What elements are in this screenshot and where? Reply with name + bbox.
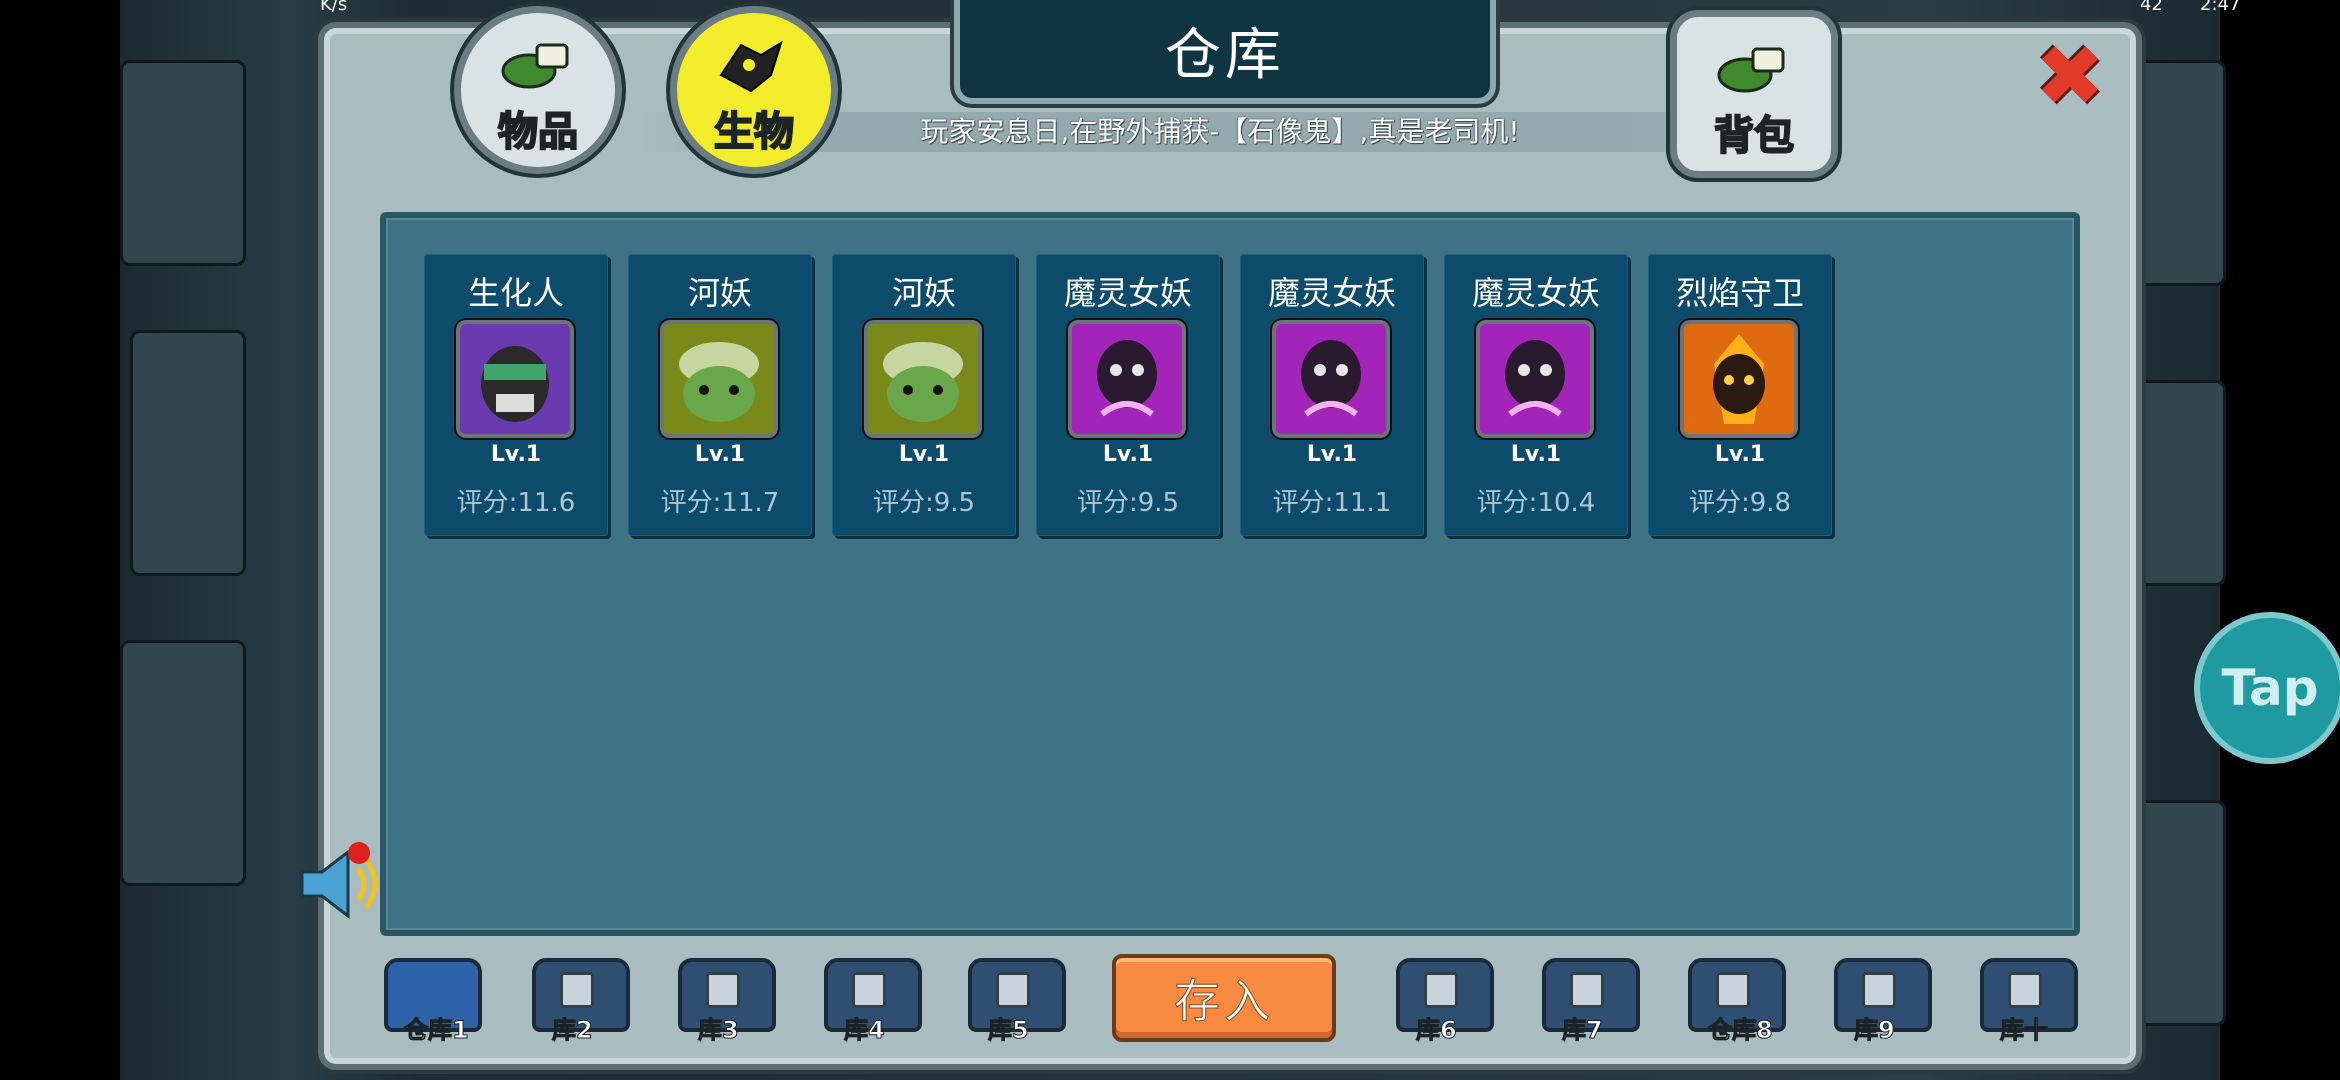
battery-level: 42 — [2140, 0, 2163, 15]
creatures-tab-button[interactable]: 生物 — [670, 6, 838, 174]
items-icon — [501, 43, 569, 89]
warehouse-tab-7[interactable]: 库7 — [1532, 944, 1642, 1045]
creature-score: 评分:11.7 — [660, 488, 780, 518]
creature-name: 生化人 — [467, 274, 564, 312]
warehouse-tab-8[interactable]: 仓库8 — [1678, 944, 1788, 1045]
warehouse-tab-9[interactable]: 库9 — [1824, 944, 1934, 1045]
creature-card[interactable]: 魔灵女妖 Lv.1 评分:9.5 — [1036, 254, 1220, 536]
creature-card[interactable]: 魔灵女妖 Lv.1 评分:11.1 — [1240, 254, 1424, 536]
creature-portrait-banshee-icon — [1068, 320, 1186, 438]
warehouse-tab-label: 库4 — [844, 1016, 886, 1045]
creature-score: 评分:11.6 — [456, 488, 576, 518]
lock-icon — [1862, 972, 1896, 1008]
creature-level: Lv.1 — [1306, 442, 1358, 467]
warehouse-tab-label: 库2 — [552, 1016, 594, 1045]
close-button[interactable]: ✖ — [2032, 34, 2108, 118]
creature-level: Lv.1 — [898, 442, 950, 467]
warehouse-tab-5[interactable]: 库5 — [958, 944, 1068, 1045]
creature-portrait-turtle-icon — [864, 320, 982, 438]
creature-score: 评分:9.8 — [1688, 488, 1792, 518]
lock-icon — [1570, 972, 1604, 1008]
lock-icon — [996, 972, 1030, 1008]
background-rock — [120, 60, 246, 266]
creature-name: 河妖 — [891, 274, 956, 312]
deposit-button[interactable]: 存入 — [1112, 954, 1336, 1042]
lock-icon — [1716, 972, 1750, 1008]
creature-score: 评分:11.1 — [1272, 488, 1392, 518]
creature-level: Lv.1 — [490, 442, 542, 467]
creature-card[interactable]: 魔灵女妖 Lv.1 评分:10.4 — [1444, 254, 1628, 536]
items-tab-button[interactable]: 物品 — [454, 6, 622, 174]
warehouse-tab-4[interactable]: 库4 — [814, 944, 924, 1045]
creature-score: 评分:10.4 — [1476, 488, 1596, 518]
speaker-icon — [300, 848, 378, 920]
creature-level: Lv.1 — [1714, 442, 1766, 467]
warehouse-tab-label: 库十 — [2000, 1016, 2049, 1045]
lock-icon — [2008, 972, 2042, 1008]
creature-storage-grid: 生化人 Lv.1 评分:11.6 河妖 Lv.1 评分:11.7 河妖 Lv.1 评分:9.5 魔… — [380, 212, 2080, 936]
clock: 2:47 — [2200, 0, 2241, 15]
items-tab-label: 物品 — [497, 108, 579, 156]
creature-score: 评分:9.5 — [872, 488, 976, 518]
creature-portrait-cyborg-icon — [456, 320, 574, 438]
warehouse-tab-label: 库7 — [1562, 1016, 1604, 1045]
warehouse-tab-label: 仓库8 — [1708, 1016, 1774, 1045]
backpack-tab-label: 背包 — [1713, 112, 1795, 160]
warehouse-tab-10[interactable]: 库十 — [1970, 944, 2080, 1045]
warehouse-tab-6[interactable]: 库6 — [1386, 944, 1496, 1045]
backpack-tab-button[interactable]: 背包 — [1670, 10, 1838, 178]
warehouse-tab-label: 库3 — [698, 1016, 740, 1045]
speaker-button[interactable] — [292, 842, 388, 922]
warehouse-tab-label: 库5 — [988, 1016, 1030, 1045]
network-speed: K/s — [320, 0, 348, 15]
tap-floating-button[interactable]: Tap — [2194, 612, 2340, 764]
creature-card[interactable]: 烈焰守卫 Lv.1 评分:9.8 — [1648, 254, 1832, 536]
creature-portrait-banshee-icon — [1272, 320, 1390, 438]
creature-name: 河妖 — [687, 274, 752, 312]
warehouse-tab-label: 仓库1 — [404, 1016, 470, 1045]
creature-level: Lv.1 — [1102, 442, 1154, 467]
creature-portrait-banshee-icon — [1476, 320, 1594, 438]
creature-name: 魔灵女妖 — [1471, 274, 1600, 312]
close-icon: ✖ — [2034, 27, 2106, 125]
creature-name: 魔灵女妖 — [1267, 274, 1396, 312]
warehouse-tab-label: 库9 — [1854, 1016, 1896, 1045]
creature-portrait-turtle-icon — [660, 320, 778, 438]
lock-icon — [706, 972, 740, 1008]
warehouse-tab-1[interactable]: 仓库1 — [374, 944, 484, 1045]
notification-dot — [348, 842, 370, 864]
creatures-icon — [719, 40, 783, 93]
lock-icon — [1424, 972, 1458, 1008]
creatures-tab-label: 生物 — [713, 108, 795, 156]
warehouse-tab-3[interactable]: 库3 — [668, 944, 778, 1045]
creature-level: Lv.1 — [1510, 442, 1562, 467]
background-rock — [120, 640, 246, 886]
creature-name: 烈焰守卫 — [1675, 274, 1804, 312]
creature-card[interactable]: 河妖 Lv.1 评分:11.7 — [628, 254, 812, 536]
warehouse-tab-label: 库6 — [1416, 1016, 1458, 1045]
page-title: 仓库 — [1165, 23, 1285, 88]
lock-icon — [560, 972, 594, 1008]
background-rock — [130, 330, 246, 576]
creature-score: 评分:9.5 — [1076, 488, 1180, 518]
title-plate: 仓库 — [954, 0, 1496, 104]
creature-card[interactable]: 生化人 Lv.1 评分:11.6 — [424, 254, 608, 536]
creature-portrait-flame-icon — [1680, 320, 1798, 438]
creature-level: Lv.1 — [694, 442, 746, 467]
lock-icon — [852, 972, 886, 1008]
creature-card[interactable]: 河妖 Lv.1 评分:9.5 — [832, 254, 1016, 536]
warehouse-tab-2[interactable]: 库2 — [522, 944, 632, 1045]
creature-name: 魔灵女妖 — [1063, 274, 1192, 312]
backpack-icon — [1717, 47, 1785, 93]
